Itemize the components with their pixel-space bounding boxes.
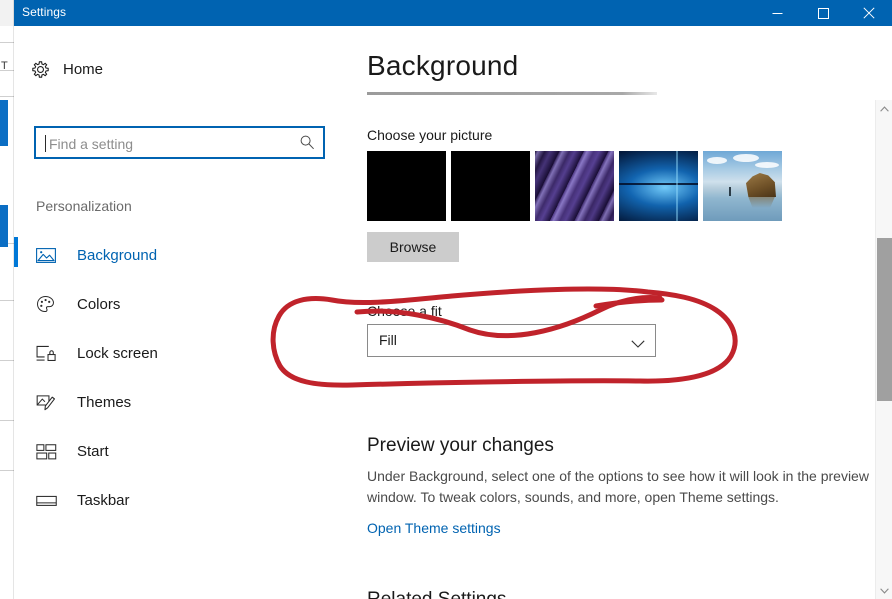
selection-indicator bbox=[14, 286, 18, 316]
sidebar-item-label: Themes bbox=[77, 394, 132, 411]
sidebar-item-label: Background bbox=[77, 247, 158, 264]
content-pane: Background Choose your picture Browse Ch… bbox=[348, 26, 892, 599]
cloud-shape bbox=[707, 157, 727, 164]
scrollbar-thumb[interactable] bbox=[877, 238, 892, 401]
maximize-button[interactable] bbox=[800, 0, 846, 26]
sidebar-item-label: Taskbar bbox=[77, 492, 130, 509]
person-silhouette bbox=[729, 187, 731, 196]
palette-icon bbox=[36, 295, 62, 314]
selection-indicator bbox=[14, 433, 18, 463]
cloud-shape bbox=[733, 154, 759, 162]
window-title: Settings bbox=[22, 5, 67, 19]
sidebar-item-colors[interactable]: Colors bbox=[14, 280, 348, 329]
sidebar-item-label: Lock screen bbox=[77, 345, 158, 362]
vertical-scrollbar[interactable] bbox=[875, 100, 892, 599]
picture-icon bbox=[36, 247, 62, 264]
search-input[interactable] bbox=[47, 128, 291, 159]
sidebar-item-themes[interactable]: Themes bbox=[14, 378, 348, 427]
sidebar-item-taskbar[interactable]: Taskbar bbox=[14, 476, 348, 525]
related-settings-heading: Related Settings bbox=[367, 589, 506, 599]
sidebar-item-lock-screen[interactable]: Lock screen bbox=[14, 329, 348, 378]
taskbar-icon bbox=[36, 494, 62, 508]
sidebar-item-background[interactable]: Background bbox=[14, 231, 348, 280]
purple-rays-thumbnail[interactable] bbox=[535, 151, 614, 221]
selection-indicator bbox=[14, 482, 18, 512]
maximize-icon bbox=[817, 7, 829, 19]
preview-description: Under Background, select one of the opti… bbox=[367, 468, 869, 505]
search-icon[interactable] bbox=[299, 134, 315, 155]
background-window-accent bbox=[0, 100, 8, 146]
sidebar-item-label: Start bbox=[77, 443, 109, 460]
gear-icon bbox=[23, 60, 57, 79]
sidebar-group-title: Personalization bbox=[36, 198, 132, 214]
title-underline bbox=[367, 92, 657, 95]
sidebar-item-home[interactable]: Home bbox=[23, 53, 323, 85]
picture-thumbnail-list bbox=[367, 151, 782, 221]
close-icon bbox=[863, 7, 875, 19]
rock-reflection bbox=[748, 197, 775, 208]
browse-button[interactable]: Browse bbox=[367, 232, 459, 262]
minimize-icon bbox=[772, 12, 782, 14]
themes-icon bbox=[36, 393, 62, 412]
window-body: Home Personalization bbox=[14, 26, 892, 599]
chevron-down-icon bbox=[631, 336, 645, 354]
selection-indicator bbox=[14, 384, 18, 414]
choose-fit-label: Choose a fit bbox=[367, 303, 442, 319]
sidebar-nav-list: Background Colors Lock screen Themes Sta… bbox=[14, 231, 348, 525]
lockscreen-icon bbox=[36, 345, 62, 362]
sidebar-item-start[interactable]: Start bbox=[14, 427, 348, 476]
black-thumbnail-2[interactable] bbox=[451, 151, 530, 221]
chevron-up-icon bbox=[879, 105, 889, 112]
choose-fit-dropdown[interactable]: Fill bbox=[367, 324, 656, 357]
sidebar: Home Personalization bbox=[14, 26, 348, 599]
beach-rock-thumbnail[interactable] bbox=[703, 151, 782, 221]
open-theme-settings-link[interactable]: Open Theme settings bbox=[367, 520, 501, 536]
sidebar-item-label: Colors bbox=[77, 296, 121, 313]
search-box[interactable] bbox=[34, 126, 325, 159]
rock-shape bbox=[746, 173, 776, 197]
cloud-shape bbox=[755, 162, 779, 168]
start-tiles-icon bbox=[36, 443, 62, 460]
page-title: Background bbox=[367, 50, 519, 81]
choose-fit-value: Fill bbox=[379, 332, 397, 348]
preview-heading: Preview your changes bbox=[367, 435, 554, 456]
settings-window: Settings Home Find a setting Personaliza… bbox=[14, 0, 892, 599]
windows-hero-thumbnail[interactable] bbox=[619, 151, 698, 221]
sidebar-item-label: Home bbox=[63, 60, 104, 78]
background-window-accent bbox=[0, 205, 8, 247]
background-window-glyph: T bbox=[1, 60, 8, 72]
choose-picture-label: Choose your picture bbox=[367, 127, 493, 143]
text-caret bbox=[45, 135, 46, 152]
chevron-down-icon bbox=[879, 587, 889, 594]
scroll-up-button[interactable] bbox=[876, 100, 892, 117]
window-titlebar: Settings bbox=[14, 0, 892, 26]
close-button[interactable] bbox=[846, 0, 892, 26]
minimize-button[interactable] bbox=[754, 0, 800, 26]
selection-indicator bbox=[14, 335, 18, 365]
scroll-down-button[interactable] bbox=[876, 582, 892, 599]
black-thumbnail-1[interactable] bbox=[367, 151, 446, 221]
selection-indicator bbox=[14, 237, 18, 267]
